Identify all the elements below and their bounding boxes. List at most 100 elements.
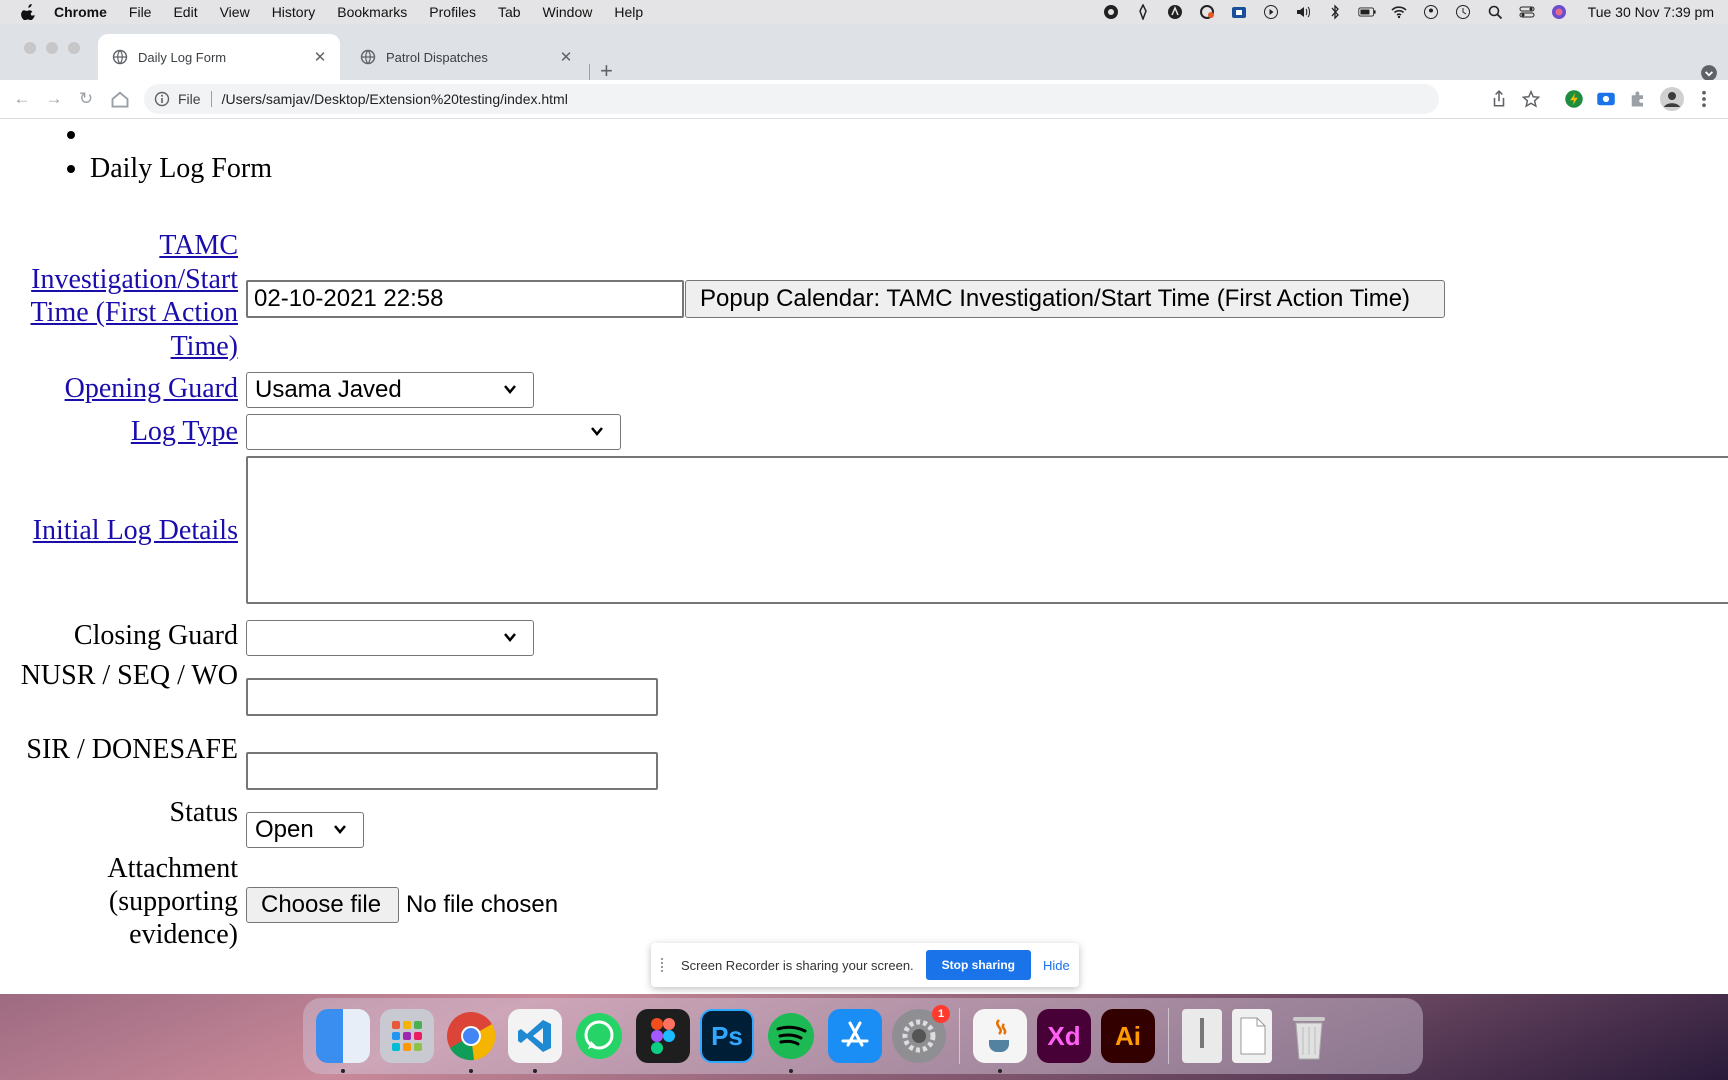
vscode-icon[interactable] bbox=[508, 1009, 562, 1073]
tamc-start-time-input[interactable] bbox=[246, 280, 684, 318]
reload-button[interactable]: ↻ bbox=[76, 89, 96, 109]
status-app-icon[interactable] bbox=[1102, 4, 1120, 20]
wifi-icon[interactable] bbox=[1390, 4, 1408, 20]
status-circle-icon[interactable] bbox=[1166, 4, 1184, 20]
volume-icon[interactable] bbox=[1294, 4, 1312, 20]
creative-cloud-icon[interactable] bbox=[1198, 4, 1216, 20]
time-machine-icon[interactable] bbox=[1454, 4, 1472, 20]
window-controls bbox=[24, 42, 80, 54]
battery-icon[interactable] bbox=[1358, 4, 1376, 20]
launchpad-icon[interactable] bbox=[380, 1009, 434, 1063]
home-icon[interactable] bbox=[110, 89, 130, 109]
chevron-down-icon bbox=[504, 633, 516, 642]
chevron-down-icon bbox=[591, 427, 603, 436]
close-tab-icon[interactable]: ✕ bbox=[310, 48, 330, 66]
opening-guard-select[interactable]: Usama Javed bbox=[246, 372, 534, 408]
browser-toolbar: ← → ↻ File /Users/samjav/Desktop/Extensi… bbox=[0, 80, 1728, 119]
system-preferences-icon[interactable]: 1 bbox=[892, 1005, 950, 1063]
forward-button[interactable]: → bbox=[44, 89, 64, 109]
sir-donesafe-input[interactable] bbox=[246, 752, 658, 790]
tamc-start-time-label[interactable]: TAMC Investigation/Start Time (First Act… bbox=[0, 229, 238, 363]
nusr-seq-wo-label: NUSR / SEQ / WO bbox=[20, 660, 238, 691]
opening-guard-label[interactable]: Opening Guard bbox=[0, 372, 238, 405]
app-store-icon[interactable] bbox=[828, 1009, 882, 1063]
control-center-icon[interactable] bbox=[1518, 4, 1536, 20]
menu-profiles[interactable]: Profiles bbox=[429, 4, 476, 20]
menu-tab[interactable]: Tab bbox=[498, 4, 521, 20]
tab-daily-log-form[interactable]: Daily Log Form ✕ bbox=[98, 34, 340, 80]
close-window-button[interactable] bbox=[24, 42, 36, 54]
trash-icon[interactable] bbox=[1282, 1009, 1336, 1063]
drag-handle-icon[interactable] bbox=[661, 958, 669, 972]
menu-file[interactable]: File bbox=[129, 4, 152, 20]
menu-help[interactable]: Help bbox=[614, 4, 643, 20]
menu-bookmarks[interactable]: Bookmarks bbox=[337, 4, 407, 20]
tab-patrol-dispatches[interactable]: Patrol Dispatches ✕ bbox=[346, 34, 586, 80]
java-icon[interactable] bbox=[973, 1009, 1027, 1073]
whatsapp-icon[interactable] bbox=[572, 1009, 626, 1063]
bookmark-star-icon[interactable] bbox=[1522, 90, 1540, 108]
spotlight-search-icon[interactable] bbox=[1486, 4, 1504, 20]
notification-badge: 1 bbox=[932, 1005, 950, 1023]
rocket-icon[interactable] bbox=[1134, 4, 1152, 20]
spotify-icon[interactable] bbox=[764, 1009, 818, 1073]
profile-avatar[interactable] bbox=[1660, 87, 1684, 111]
extension-green-icon[interactable] bbox=[1564, 89, 1584, 109]
menu-view[interactable]: View bbox=[220, 4, 250, 20]
nusr-seq-wo-input[interactable] bbox=[246, 678, 658, 716]
menu-app-name[interactable]: Chrome bbox=[54, 4, 107, 20]
log-type-label[interactable]: Log Type bbox=[0, 415, 238, 448]
siri-icon[interactable] bbox=[1550, 4, 1568, 20]
apple-menu-icon[interactable] bbox=[18, 4, 40, 20]
extensions-puzzle-icon[interactable] bbox=[1628, 89, 1648, 109]
bluetooth-icon[interactable] bbox=[1326, 4, 1344, 20]
minimize-window-button[interactable] bbox=[46, 42, 58, 54]
choose-file-button[interactable]: Choose file bbox=[246, 887, 399, 923]
zoom-window-button[interactable] bbox=[68, 42, 80, 54]
chrome-logo-icon bbox=[447, 1012, 496, 1061]
play-icon[interactable] bbox=[1262, 4, 1280, 20]
running-indicator bbox=[789, 1069, 793, 1073]
status-value: Open bbox=[255, 816, 314, 843]
xd-icon[interactable]: Xd bbox=[1037, 1009, 1091, 1063]
initial-log-details-textarea[interactable] bbox=[246, 456, 1728, 604]
list-item bbox=[90, 119, 272, 153]
url-text[interactable]: /Users/samjav/Desktop/Extension%20testin… bbox=[222, 91, 568, 107]
menu-edit[interactable]: Edit bbox=[173, 4, 197, 20]
opening-guard-value: Usama Javed bbox=[255, 376, 402, 403]
chrome-menu-icon[interactable] bbox=[1694, 89, 1714, 109]
share-icon[interactable] bbox=[1490, 90, 1508, 108]
popup-calendar-button[interactable]: Popup Calendar: TAMC Investigation/Start… bbox=[685, 280, 1445, 318]
status-select[interactable]: Open bbox=[246, 812, 364, 848]
menu-window[interactable]: Window bbox=[543, 4, 593, 20]
illustrator-icon[interactable]: Ai bbox=[1101, 1009, 1155, 1063]
htm-file-icon[interactable] bbox=[1232, 1009, 1272, 1063]
document-icon bbox=[1240, 1017, 1266, 1055]
chrome-icon[interactable] bbox=[444, 1009, 498, 1073]
photoshop-icon[interactable]: Ps bbox=[700, 1009, 754, 1063]
list-item-daily-log-form[interactable]: Daily Log Form bbox=[90, 153, 272, 185]
closing-guard-select[interactable] bbox=[246, 620, 534, 656]
hide-banner-link[interactable]: Hide bbox=[1043, 958, 1070, 973]
menubar-clock[interactable]: Tue 30 Nov 7:39 pm bbox=[1588, 4, 1714, 20]
back-button[interactable]: ← bbox=[12, 89, 32, 109]
tab-strip: Daily Log Form ✕ Patrol Dispatches ✕ + bbox=[0, 24, 1728, 83]
sharing-message: Screen Recorder is sharing your screen. bbox=[681, 957, 914, 973]
browser-window: Daily Log Form ✕ Patrol Dispatches ✕ + ←… bbox=[0, 24, 1728, 994]
dock-divider bbox=[959, 1008, 960, 1064]
address-bar[interactable]: File /Users/samjav/Desktop/Extension%20t… bbox=[144, 84, 1439, 114]
user-account-icon[interactable] bbox=[1422, 4, 1440, 20]
menu-history[interactable]: History bbox=[272, 4, 316, 20]
page-content: Daily Log Form TAMC Investigation/Start … bbox=[0, 119, 1728, 994]
log-type-select[interactable] bbox=[246, 414, 621, 450]
figma-icon[interactable] bbox=[636, 1009, 690, 1063]
initial-log-details-label[interactable]: Initial Log Details bbox=[0, 514, 238, 547]
site-info-icon[interactable] bbox=[154, 91, 170, 107]
extension-recorder-icon[interactable] bbox=[1596, 89, 1616, 109]
stop-sharing-button[interactable]: Stop sharing bbox=[925, 950, 1032, 980]
url-scheme: File bbox=[178, 91, 201, 107]
zip-file-icon[interactable] bbox=[1182, 1009, 1222, 1063]
finder-icon[interactable] bbox=[316, 1009, 370, 1073]
close-tab-icon[interactable]: ✕ bbox=[556, 48, 576, 66]
screen-recorder-icon[interactable] bbox=[1230, 4, 1248, 20]
